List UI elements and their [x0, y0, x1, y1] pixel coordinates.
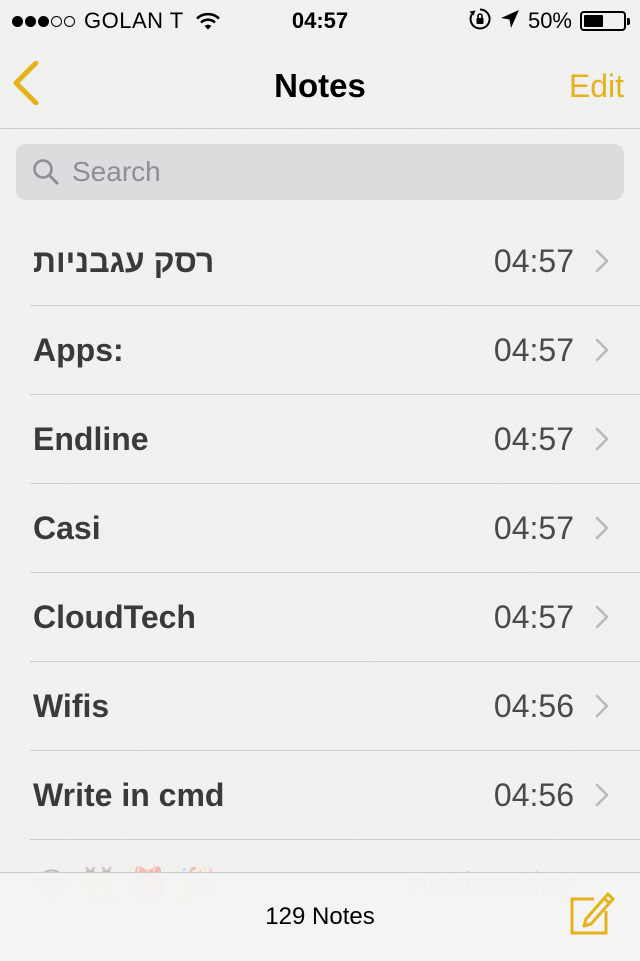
chevron-right-icon	[595, 249, 609, 278]
note-row[interactable]: Apps: 04:57	[0, 306, 640, 395]
note-time: 04:56	[493, 777, 574, 813]
chevron-right-icon	[595, 338, 609, 367]
note-time: 04:57	[493, 243, 574, 279]
battery-percentage: 50%	[527, 8, 572, 33]
bottom-toolbar: 129 Notes	[0, 872, 640, 961]
notes-count: 129 Notes	[265, 903, 375, 930]
compose-icon	[568, 892, 616, 941]
notes-list: רסק עגבניות 04:57 Apps: 04:57 Endline 04…	[0, 217, 640, 929]
note-row[interactable]: Endline 04:57	[0, 395, 640, 484]
battery-level	[584, 15, 603, 27]
note-time: 04:57	[493, 332, 574, 368]
note-row[interactable]: Casi 04:57	[0, 484, 640, 573]
search-input[interactable]	[72, 144, 602, 200]
note-row[interactable]: CloudTech 04:57	[0, 573, 640, 662]
note-row[interactable]: Write in cmd 04:56	[0, 751, 640, 840]
chevron-right-icon	[595, 605, 609, 634]
page-title: Notes	[274, 67, 366, 104]
note-row[interactable]: Wifis 04:56	[0, 662, 640, 751]
note-title: Apps:	[33, 332, 124, 368]
compose-button[interactable]	[568, 889, 616, 937]
edit-button[interactable]: Edit	[569, 66, 624, 106]
note-time: 04:57	[493, 599, 574, 635]
note-title: Casi	[33, 510, 101, 546]
note-title: Endline	[33, 421, 149, 457]
search-icon	[32, 158, 60, 191]
chevron-right-icon	[595, 516, 609, 545]
status-right: 50%	[468, 7, 630, 36]
chevron-right-icon	[595, 694, 609, 723]
note-title: Write in cmd	[33, 777, 225, 813]
note-time: 04:57	[493, 421, 574, 457]
orientation-lock-icon	[468, 7, 492, 36]
status-bar: GOLAN T 04:57 50%	[0, 0, 640, 40]
note-title: CloudTech	[33, 599, 196, 635]
battery-icon	[580, 11, 630, 31]
chevron-right-icon	[595, 783, 609, 812]
search-bar[interactable]	[16, 144, 624, 200]
note-time: 04:56	[493, 688, 574, 724]
note-time: 04:57	[493, 510, 574, 546]
note-title: Wifis	[33, 688, 110, 724]
navigation-bar: Notes Edit	[0, 40, 640, 129]
note-row[interactable]: רסק עגבניות 04:57	[0, 217, 640, 306]
chevron-right-icon	[595, 427, 609, 456]
location-arrow-icon	[500, 9, 520, 34]
note-title: רסק עגבניות	[33, 243, 215, 279]
